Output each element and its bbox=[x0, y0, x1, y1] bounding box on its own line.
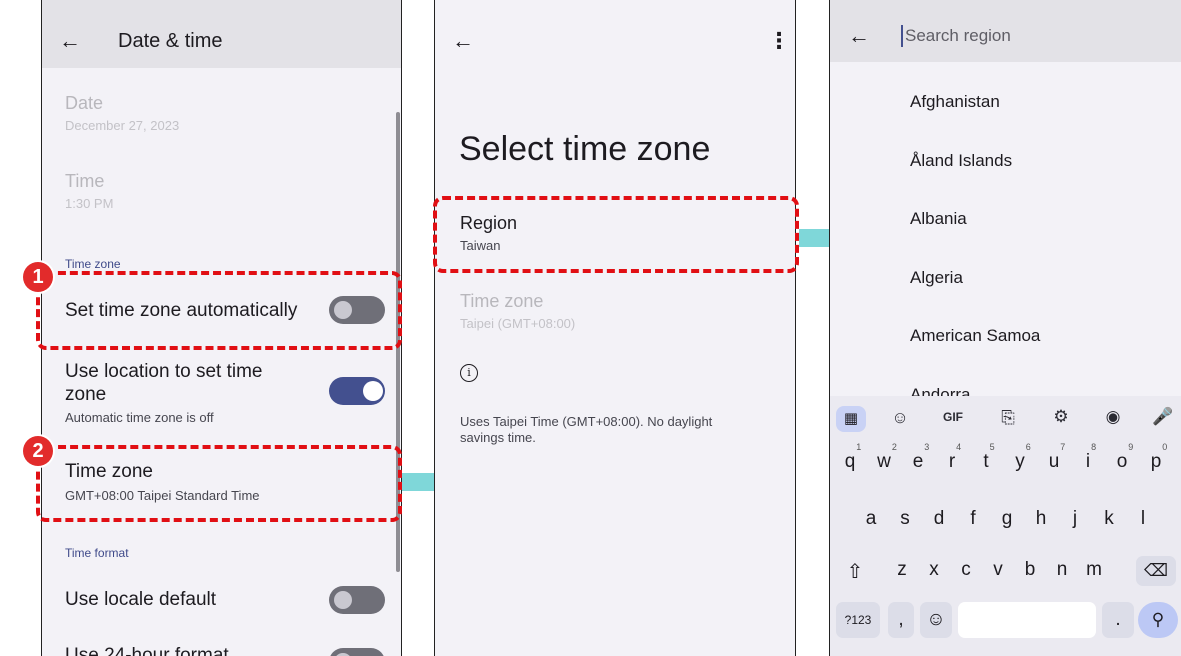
region-item[interactable]: Algeria bbox=[910, 268, 963, 288]
date-value: December 27, 2023 bbox=[65, 118, 180, 133]
key-t[interactable]: t5 bbox=[974, 442, 1004, 473]
key-i[interactable]: i8 bbox=[1076, 442, 1106, 473]
time-label: Time bbox=[65, 171, 105, 191]
highlight-box-time-zone bbox=[36, 445, 402, 522]
comma-key[interactable]: , bbox=[888, 602, 914, 638]
locale-default-label[interactable]: Use locale default bbox=[65, 589, 216, 611]
highlight-box-region bbox=[433, 196, 799, 273]
search-region-screen: ← Afghanistan Åland Islands Albania Alge… bbox=[829, 0, 1181, 656]
key-y[interactable]: y6 bbox=[1008, 442, 1038, 473]
highlight-box-auto-time-zone bbox=[36, 271, 402, 350]
info-text-line1: Uses Taipei Time (GMT+08:00). No dayligh… bbox=[460, 414, 713, 429]
toggle-knob bbox=[334, 591, 352, 609]
space-bar[interactable] bbox=[958, 602, 1096, 638]
toggle-knob bbox=[363, 381, 383, 401]
emoji-icon[interactable]: ☺ bbox=[920, 602, 952, 638]
key-z[interactable]: z bbox=[887, 559, 917, 581]
key-v[interactable]: v bbox=[983, 559, 1013, 581]
sticker-icon[interactable]: ☺ bbox=[885, 408, 915, 428]
shift-icon[interactable]: ⇧ bbox=[840, 559, 870, 584]
period-key[interactable]: . bbox=[1102, 602, 1134, 638]
microphone-icon[interactable]: 🎤 bbox=[1148, 407, 1178, 427]
time-value: 1:30 PM bbox=[65, 196, 114, 211]
time-zone-label: Time zone bbox=[460, 291, 544, 311]
key-r[interactable]: r4 bbox=[940, 442, 970, 473]
time-zone-value: Taipei (GMT+08:00) bbox=[460, 316, 576, 331]
key-q[interactable]: q1 bbox=[838, 442, 868, 473]
24-hour-format-toggle[interactable] bbox=[329, 648, 385, 656]
key-n[interactable]: n bbox=[1047, 559, 1077, 581]
backspace-icon[interactable]: ⌫ bbox=[1136, 556, 1176, 586]
text-cursor bbox=[901, 25, 903, 47]
location-label-line1: Use location to set time bbox=[65, 361, 263, 382]
page-title: Select time zone bbox=[459, 130, 711, 168]
key-u[interactable]: u7 bbox=[1042, 442, 1072, 473]
key-h[interactable]: h bbox=[1026, 508, 1056, 530]
theme-palette-icon[interactable]: ◉ bbox=[1098, 407, 1128, 427]
key-o[interactable]: o9 bbox=[1110, 442, 1140, 473]
more-options-icon[interactable]: ⋮ bbox=[768, 28, 790, 54]
date-setting: Date December 27, 2023 bbox=[65, 93, 179, 133]
location-label-line2: zone bbox=[65, 384, 107, 405]
key-g[interactable]: g bbox=[992, 508, 1022, 530]
section-header-time-zone: Time zone bbox=[65, 257, 121, 271]
date-label: Date bbox=[65, 93, 104, 113]
time-setting: Time 1:30 PM bbox=[65, 171, 113, 211]
key-f[interactable]: f bbox=[958, 508, 988, 530]
key-j[interactable]: j bbox=[1060, 508, 1090, 530]
24-hour-format-label[interactable]: Use 24-hour format bbox=[65, 645, 229, 656]
page-title: Date & time bbox=[118, 30, 223, 52]
gif-icon[interactable]: GIF bbox=[938, 410, 968, 424]
location-subtitle: Automatic time zone is off bbox=[65, 410, 214, 425]
settings-gear-icon[interactable]: ⚙ bbox=[1046, 407, 1076, 427]
key-b[interactable]: b bbox=[1015, 559, 1045, 581]
key-s[interactable]: s bbox=[890, 508, 920, 530]
key-w[interactable]: w2 bbox=[872, 442, 902, 473]
back-arrow-icon[interactable]: ← bbox=[59, 28, 81, 54]
on-screen-keyboard: ▦ ☺ GIF ⎘ ⚙ ◉ 🎤 q1 w2 e3 r4 t5 y6 u7 i8 … bbox=[830, 396, 1181, 656]
region-item[interactable]: Åland Islands bbox=[910, 151, 1012, 171]
key-d[interactable]: d bbox=[924, 508, 954, 530]
apps-grid-icon[interactable]: ▦ bbox=[836, 406, 866, 432]
region-item[interactable]: Afghanistan bbox=[910, 92, 1000, 112]
symbols-key[interactable]: ?123 bbox=[836, 602, 880, 638]
time-zone-setting-disabled: Time zone Taipei (GMT+08:00) bbox=[460, 291, 575, 331]
select-time-zone-screen: ← ⋮ Select time zone Region Taiwan Time … bbox=[434, 0, 796, 656]
search-key-icon[interactable]: ⚲ bbox=[1138, 602, 1178, 638]
location-time-zone-toggle[interactable] bbox=[329, 377, 385, 405]
info-text-line2: savings time. bbox=[460, 430, 536, 445]
key-k[interactable]: k bbox=[1094, 508, 1124, 530]
region-item[interactable]: American Samoa bbox=[910, 326, 1040, 346]
region-item[interactable]: Albania bbox=[910, 209, 967, 229]
key-x[interactable]: x bbox=[919, 559, 949, 581]
clipboard-icon[interactable]: ⎘ bbox=[993, 408, 1023, 428]
locale-default-toggle[interactable] bbox=[329, 586, 385, 614]
back-arrow-icon[interactable]: ← bbox=[848, 23, 870, 49]
back-arrow-icon[interactable]: ← bbox=[452, 28, 474, 54]
key-e[interactable]: e3 bbox=[906, 442, 936, 473]
section-header-time-format: Time format bbox=[65, 546, 129, 560]
key-c[interactable]: c bbox=[951, 559, 981, 581]
location-time-zone-setting[interactable]: Use location to set time zone Automatic … bbox=[65, 360, 315, 425]
step-badge-2: 2 bbox=[23, 436, 53, 466]
info-icon: i bbox=[460, 364, 478, 382]
key-p[interactable]: p0 bbox=[1144, 442, 1174, 473]
key-m[interactable]: m bbox=[1079, 559, 1109, 581]
key-a[interactable]: a bbox=[856, 508, 886, 530]
search-region-input[interactable] bbox=[905, 24, 1145, 48]
step-badge-1: 1 bbox=[23, 262, 53, 292]
key-l[interactable]: l bbox=[1128, 508, 1158, 530]
time-zone-info: Uses Taipei Time (GMT+08:00). No dayligh… bbox=[460, 414, 712, 446]
